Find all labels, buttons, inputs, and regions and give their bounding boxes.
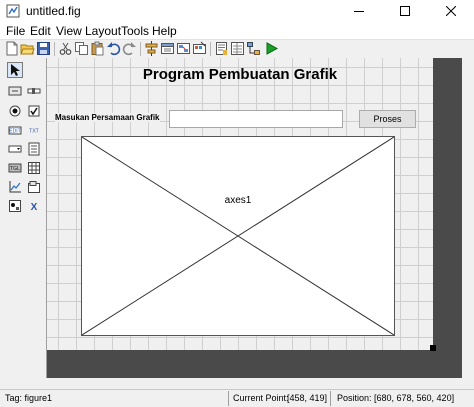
axes-cross-lines: [82, 137, 394, 335]
slider-tool[interactable]: [26, 83, 42, 99]
figure-title-text[interactable]: Program Pembuatan Grafik: [47, 66, 433, 83]
proses-button[interactable]: Proses: [359, 110, 416, 128]
static-text-tool[interactable]: TXT: [26, 122, 42, 138]
menu-view[interactable]: View: [56, 24, 82, 38]
save-icon[interactable]: [36, 41, 51, 56]
run-icon[interactable]: [264, 41, 279, 56]
panel-tool[interactable]: [26, 179, 42, 195]
property-inspector-icon[interactable]: [230, 41, 245, 56]
object-browser-icon[interactable]: [246, 41, 261, 56]
close-icon: [446, 6, 456, 16]
toolbar-separator: [210, 42, 211, 56]
align-objects-icon[interactable]: [144, 41, 159, 56]
redo-icon[interactable]: [122, 41, 137, 56]
menu-tools[interactable]: Tools: [121, 24, 149, 38]
close-button[interactable]: [428, 0, 474, 22]
radio-button-tool[interactable]: [7, 103, 23, 119]
svg-text:TXT: TXT: [29, 129, 38, 135]
undo-icon[interactable]: [106, 41, 121, 56]
status-tag: Tag: figure1: [5, 393, 53, 403]
edit-text-tool[interactable]: EDIT: [7, 122, 23, 138]
button-group-tool[interactable]: [7, 198, 23, 214]
svg-text:TGL: TGL: [10, 166, 20, 172]
popup-menu-tool[interactable]: [7, 141, 23, 157]
status-position-value: [680, 678, 560, 420]: [374, 393, 455, 403]
canvas-outer-area-bottom: [47, 350, 462, 378]
status-position-label: Position:: [337, 393, 372, 403]
status-current-point-label: Current Point:: [233, 393, 289, 403]
tab-order-icon[interactable]: [176, 41, 191, 56]
svg-text:X: X: [31, 202, 38, 213]
status-divider: [330, 391, 331, 406]
toolbar-separator: [140, 42, 141, 56]
select-pointer-tool[interactable]: [7, 62, 23, 78]
activex-control-tool[interactable]: X: [26, 198, 42, 214]
status-divider: [228, 391, 229, 406]
listbox-tool[interactable]: [26, 141, 42, 157]
menu-layout[interactable]: Layout: [85, 24, 121, 38]
axes-label: axes1: [224, 195, 252, 206]
paste-icon[interactable]: [90, 41, 105, 56]
status-bar: Tag: figure1 Current Point: [458, 419] P…: [0, 389, 474, 407]
svg-text:EDIT: EDIT: [9, 129, 20, 135]
status-current-point-value: [458, 419]: [287, 393, 328, 403]
toolbar-editor-icon[interactable]: [192, 41, 207, 56]
open-folder-icon[interactable]: [20, 41, 35, 56]
menu-bar: File Edit View Layout Tools Help: [0, 22, 474, 39]
menu-help[interactable]: Help: [152, 24, 177, 38]
menu-editor-icon[interactable]: [160, 41, 175, 56]
axes-tool[interactable]: [7, 179, 23, 195]
title-bar: untitled.fig: [0, 0, 474, 22]
vertical-scrollbar[interactable]: [462, 58, 474, 378]
minimize-button[interactable]: [336, 0, 382, 22]
maximize-button[interactable]: [382, 0, 428, 22]
figure-resize-handle[interactable]: [430, 345, 436, 351]
copy-icon[interactable]: [74, 41, 89, 56]
guide-app-icon: [6, 4, 20, 18]
toggle-button-tool[interactable]: TGL: [7, 160, 23, 176]
table-tool[interactable]: [26, 160, 42, 176]
menu-edit[interactable]: Edit: [30, 24, 51, 38]
maximize-icon: [400, 6, 410, 16]
editor-icon[interactable]: [214, 41, 229, 56]
toolbar-separator: [54, 42, 55, 56]
window-title: untitled.fig: [26, 4, 81, 18]
toolbar: [0, 39, 474, 59]
equation-input[interactable]: [169, 110, 343, 128]
component-palette: EDIT TXT TGL X: [0, 58, 47, 378]
menu-file[interactable]: File: [6, 24, 25, 38]
new-file-icon[interactable]: [4, 41, 19, 56]
layout-canvas[interactable]: Program Pembuatan Grafik Masukan Persama…: [47, 58, 433, 350]
cut-icon[interactable]: [58, 41, 73, 56]
check-box-tool[interactable]: [26, 103, 42, 119]
minimize-icon: [354, 11, 364, 12]
canvas-outer-area-right: [433, 58, 462, 378]
equation-label[interactable]: Masukan Persamaan Grafik: [55, 113, 160, 122]
axes-placeholder[interactable]: axes1: [81, 136, 395, 336]
push-button-tool[interactable]: [7, 83, 23, 99]
